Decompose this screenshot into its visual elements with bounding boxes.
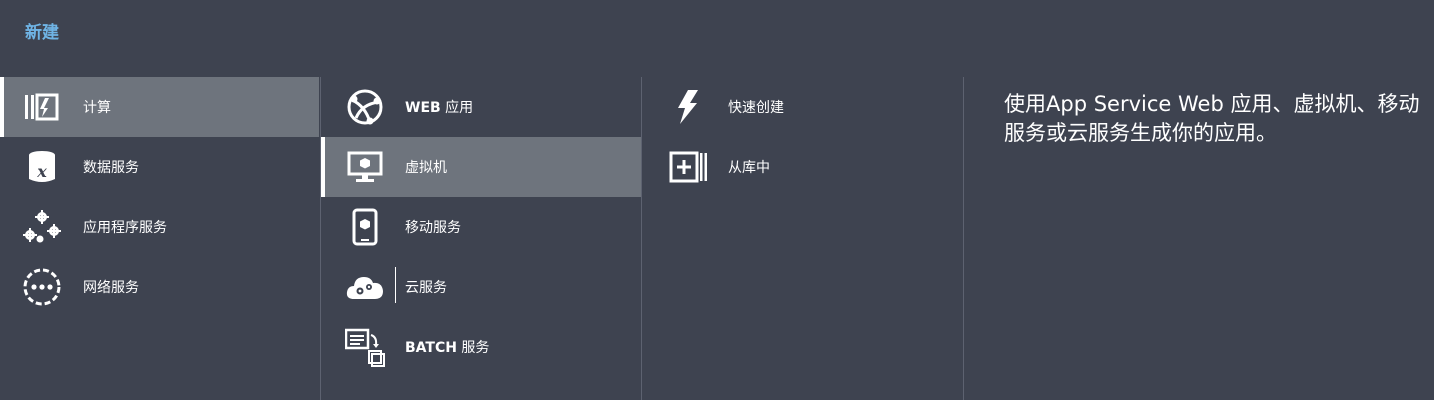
category-column: 计算 x 数据服务 应用程序服务 网络服务 (0, 77, 319, 400)
option-label: 从库中 (728, 160, 770, 176)
compute-service-column: WEB 应用 虚拟机 移动服务 云服务 BATCH 服务 (320, 77, 641, 400)
description-panel: 使用App Service Web 应用、虚拟机、移动服务或云服务生成你的应用。 (963, 77, 1434, 400)
service-label: 移动服务 (405, 217, 461, 237)
app-services-icon (22, 207, 62, 247)
service-batch[interactable]: BATCH 服务 (321, 317, 641, 377)
virtual-machine-icon (345, 147, 385, 187)
option-quick-create[interactable]: 快速创建 (642, 77, 964, 137)
description-text: 使用App Service Web 应用、虚拟机、移动服务或云服务生成你的应用。 (1004, 92, 1420, 145)
mobile-services-icon (345, 207, 385, 247)
category-label: 计算 (83, 100, 111, 116)
category-label: 数据服务 (83, 160, 139, 176)
service-label-rest: 应用 (440, 100, 474, 116)
option-label: 快速创建 (728, 100, 784, 116)
compute-icon (22, 87, 62, 127)
data-services-icon: x (22, 147, 62, 187)
service-label: 虚拟机 (405, 157, 447, 177)
service-cloud[interactable]: 云服务 (321, 257, 641, 317)
svg-text:x: x (36, 162, 47, 181)
network-services-icon (22, 267, 62, 307)
category-label: 应用程序服务 (83, 220, 167, 236)
service-virtual-machine[interactable]: 虚拟机 (321, 137, 641, 197)
option-from-gallery[interactable]: 从库中 (642, 137, 964, 197)
service-label-rest: 服务 (456, 340, 490, 356)
service-label: BATCH 服务 (405, 337, 489, 357)
batch-services-icon (345, 327, 385, 367)
service-label-rest: 移动服务 (405, 220, 461, 236)
text-cursor (395, 267, 396, 303)
category-app-services[interactable]: 应用程序服务 (0, 197, 319, 257)
lightning-icon (668, 87, 708, 127)
create-option-column: 快速创建 从库中 (641, 77, 964, 400)
web-app-icon (345, 87, 385, 127)
page-title: 新建 (25, 23, 59, 43)
service-label: WEB 应用 (405, 97, 473, 117)
service-label-bold: WEB (405, 100, 441, 116)
service-label-bold: BATCH (405, 340, 457, 356)
service-label-rest: 云服务 (405, 280, 447, 296)
service-label: 云服务 (405, 277, 447, 297)
gallery-add-icon (668, 147, 708, 187)
category-compute[interactable]: 计算 (0, 77, 319, 137)
category-label: 网络服务 (83, 280, 139, 296)
category-network-services[interactable]: 网络服务 (0, 257, 319, 317)
service-mobile[interactable]: 移动服务 (321, 197, 641, 257)
cloud-services-icon (345, 267, 385, 307)
service-label-rest: 虚拟机 (405, 160, 447, 176)
category-data-services[interactable]: x 数据服务 (0, 137, 319, 197)
service-web-app[interactable]: WEB 应用 (321, 77, 641, 137)
